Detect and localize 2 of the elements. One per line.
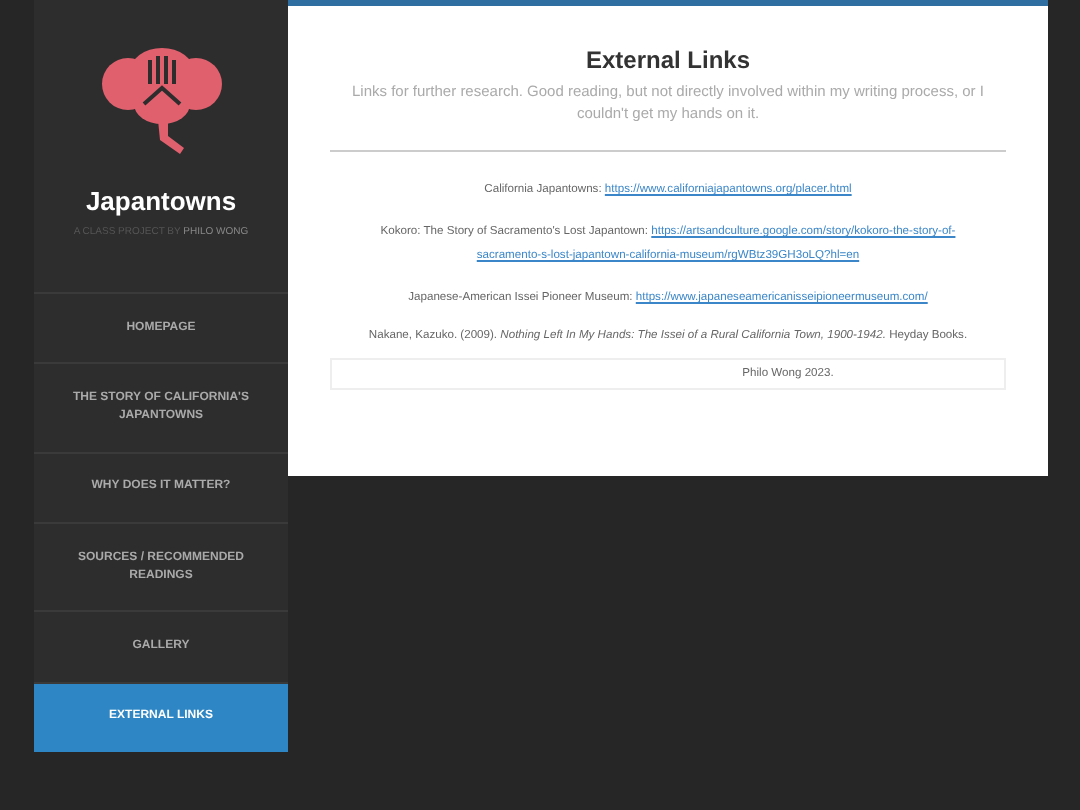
site-title: Japantowns — [85, 184, 237, 220]
page-title: External Links — [585, 44, 751, 78]
